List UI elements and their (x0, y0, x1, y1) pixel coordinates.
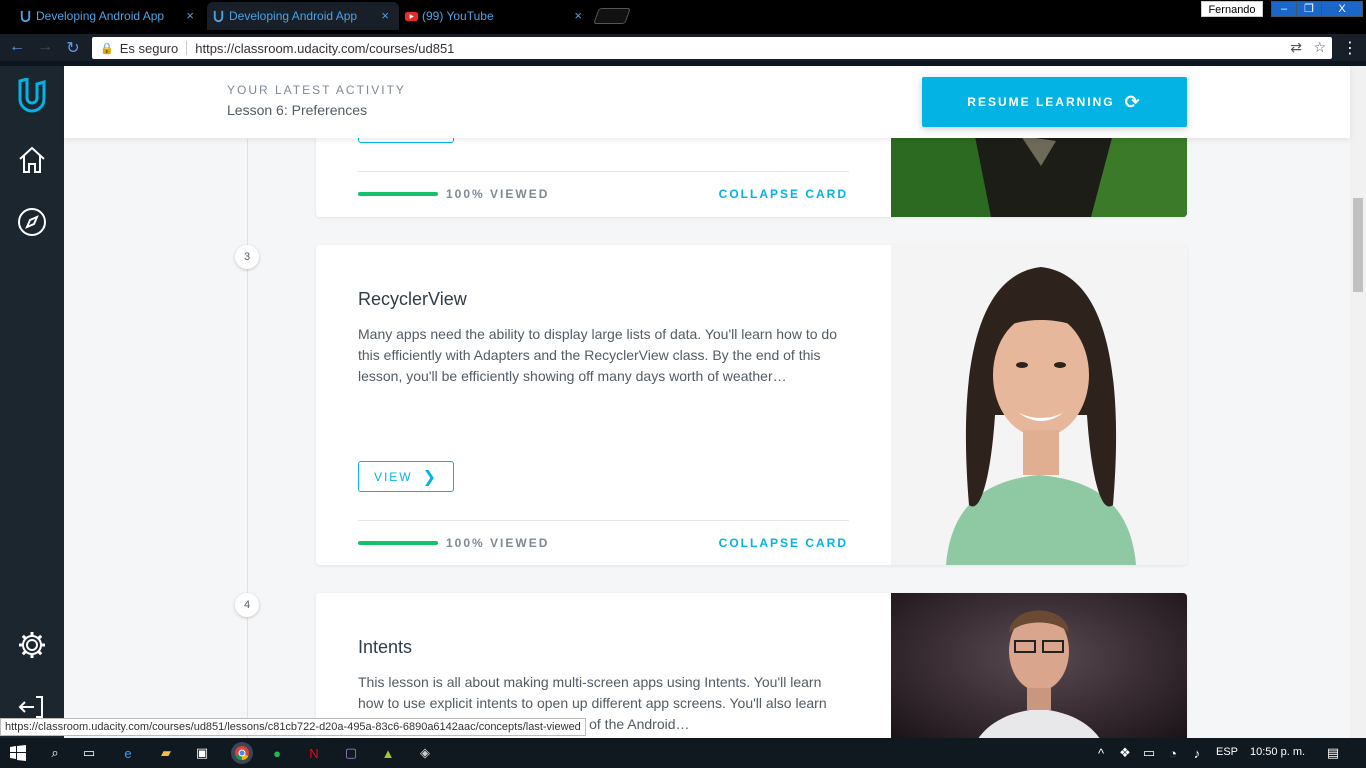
edge-icon[interactable]: e (119, 744, 137, 762)
view-button[interactable]: VIEW ❯ (358, 461, 454, 492)
forward-icon[interactable]: → (36, 38, 54, 56)
clock[interactable]: 10:50 p. m. (1250, 746, 1305, 758)
sidebar (0, 66, 64, 738)
instructor-photo (891, 245, 1187, 565)
chrome-menu-icon[interactable]: ⋮ (1342, 38, 1358, 58)
back-icon[interactable]: ← (8, 38, 26, 56)
latest-activity-label: YOUR LATEST ACTIVITY (227, 83, 406, 97)
browser-tab-2[interactable]: Developing Android App × (207, 2, 399, 30)
divider (358, 520, 849, 521)
close-tab-icon[interactable]: × (186, 8, 194, 23)
battery-icon[interactable]: ▭ (1140, 744, 1158, 762)
viewed-label: 100% VIEWED (446, 536, 550, 550)
minimize-button[interactable]: – (1271, 1, 1297, 17)
instructor-photo (891, 593, 1187, 738)
viewed-label: 100% VIEWED (446, 187, 550, 201)
tab-title: Developing Android App (229, 9, 358, 23)
lesson-description: Many apps need the ability to display la… (358, 326, 837, 384)
lesson-title: Intents (358, 637, 413, 657)
latest-lesson-link[interactable]: Lesson 6: Preferences (227, 102, 367, 118)
lock-icon: 🔒 (100, 42, 114, 55)
settings-gear-icon[interactable] (14, 627, 50, 663)
close-tab-icon[interactable]: × (574, 8, 582, 23)
store-icon[interactable]: ▣ (193, 744, 211, 762)
notifications-icon[interactable]: ▤ (1324, 744, 1342, 762)
windows-start-icon[interactable] (9, 744, 27, 762)
close-window-button[interactable]: X (1321, 1, 1363, 17)
task-view-icon[interactable]: ▭ (80, 744, 98, 762)
android-studio-icon[interactable]: ▲ (379, 744, 397, 762)
twitch-icon[interactable]: ▢ (342, 744, 360, 762)
divider (358, 171, 849, 172)
view-label: VIEW (373, 469, 413, 484)
status-bar-url: https://classroom.udacity.com/courses/ud… (0, 718, 586, 736)
browser-titlebar: Developing Android App × Developing Andr… (0, 0, 1366, 34)
netflix-icon[interactable]: N (305, 744, 323, 762)
tab-title: (99) YouTube (422, 9, 494, 23)
scrollbar-thumb[interactable] (1353, 198, 1363, 292)
spotify-icon[interactable]: ● (268, 744, 286, 762)
windows-taskbar: ⌕ ▭ e ▰ ▣ ● N ▢ ▲ ◈ ^ ❖ ▭ ◔ ♪ ESP 10:50 … (0, 738, 1366, 768)
browser-tab-youtube[interactable]: (99) YouTube × (400, 2, 592, 30)
home-icon[interactable] (14, 142, 50, 178)
progress-bar (358, 541, 438, 545)
browser-tab-1[interactable]: Developing Android App × (14, 2, 204, 30)
keyboard-language[interactable]: ESP (1216, 746, 1238, 758)
address-bar[interactable]: 🔒 Es seguro https://classroom.udacity.co… (92, 37, 1332, 59)
tab-title: Developing Android App (36, 9, 165, 23)
chevron-right-icon: ❯ (422, 468, 439, 486)
restore-button[interactable]: ❐ (1296, 1, 1322, 17)
step-number: 4 (235, 593, 259, 617)
reload-icon[interactable]: ↻ (64, 38, 82, 58)
file-explorer-icon[interactable]: ▰ (157, 744, 175, 762)
bookmark-star-icon[interactable]: ☆ (1313, 39, 1326, 56)
classroom-page: YOUR LATEST ACTIVITY Lesson 6: Preferenc… (0, 66, 1366, 738)
profile-button[interactable]: Fernando (1201, 1, 1263, 17)
collapse-card-button[interactable]: COLLAPSE CARD (719, 536, 848, 550)
volume-icon[interactable]: ♪ (1188, 744, 1206, 762)
chrome-icon[interactable] (231, 742, 253, 764)
collapse-card-button[interactable]: COLLAPSE CARD (719, 187, 848, 201)
divider (186, 41, 188, 55)
compass-icon[interactable] (14, 204, 50, 240)
lesson-card-intents: Intents This lesson is all about making … (316, 593, 1187, 738)
browser-navbar: ← → ↻ 🔒 Es seguro https://classroom.udac… (0, 34, 1366, 61)
secure-label: Es seguro (119, 40, 179, 56)
step-number: 3 (235, 245, 259, 269)
latest-activity-bar: YOUR LATEST ACTIVITY Lesson 6: Preferenc… (64, 66, 1350, 138)
resume-learning-button[interactable]: RESUME LEARNING ⟳ (922, 77, 1187, 127)
translate-icon[interactable]: ⇄ (1290, 39, 1302, 56)
dropbox-icon[interactable]: ❖ (1116, 744, 1134, 762)
close-tab-icon[interactable]: × (381, 8, 389, 23)
lesson-card-recyclerview: RecyclerView Many apps need the ability … (316, 245, 1187, 565)
youtube-favicon-icon (404, 11, 419, 22)
page-scrollbar[interactable] (1350, 66, 1366, 738)
resume-label: RESUME LEARNING (967, 95, 1115, 109)
app-icon[interactable]: ◈ (416, 744, 434, 762)
new-tab-button[interactable] (593, 8, 631, 24)
lesson-title: RecyclerView (358, 289, 467, 309)
udacity-logo-icon[interactable] (14, 78, 50, 114)
progress-bar (358, 192, 438, 196)
udacity-favicon-icon (213, 10, 224, 23)
search-icon[interactable]: ⌕ (46, 744, 64, 762)
url-text[interactable]: https://classroom.udacity.com/courses/ud… (195, 41, 454, 56)
udacity-favicon-icon (20, 10, 31, 23)
lesson-timeline (247, 126, 248, 738)
refresh-icon: ⟳ (1124, 91, 1142, 112)
network-icon[interactable]: ◔ (1164, 744, 1182, 762)
tray-expand-icon[interactable]: ^ (1092, 744, 1110, 762)
